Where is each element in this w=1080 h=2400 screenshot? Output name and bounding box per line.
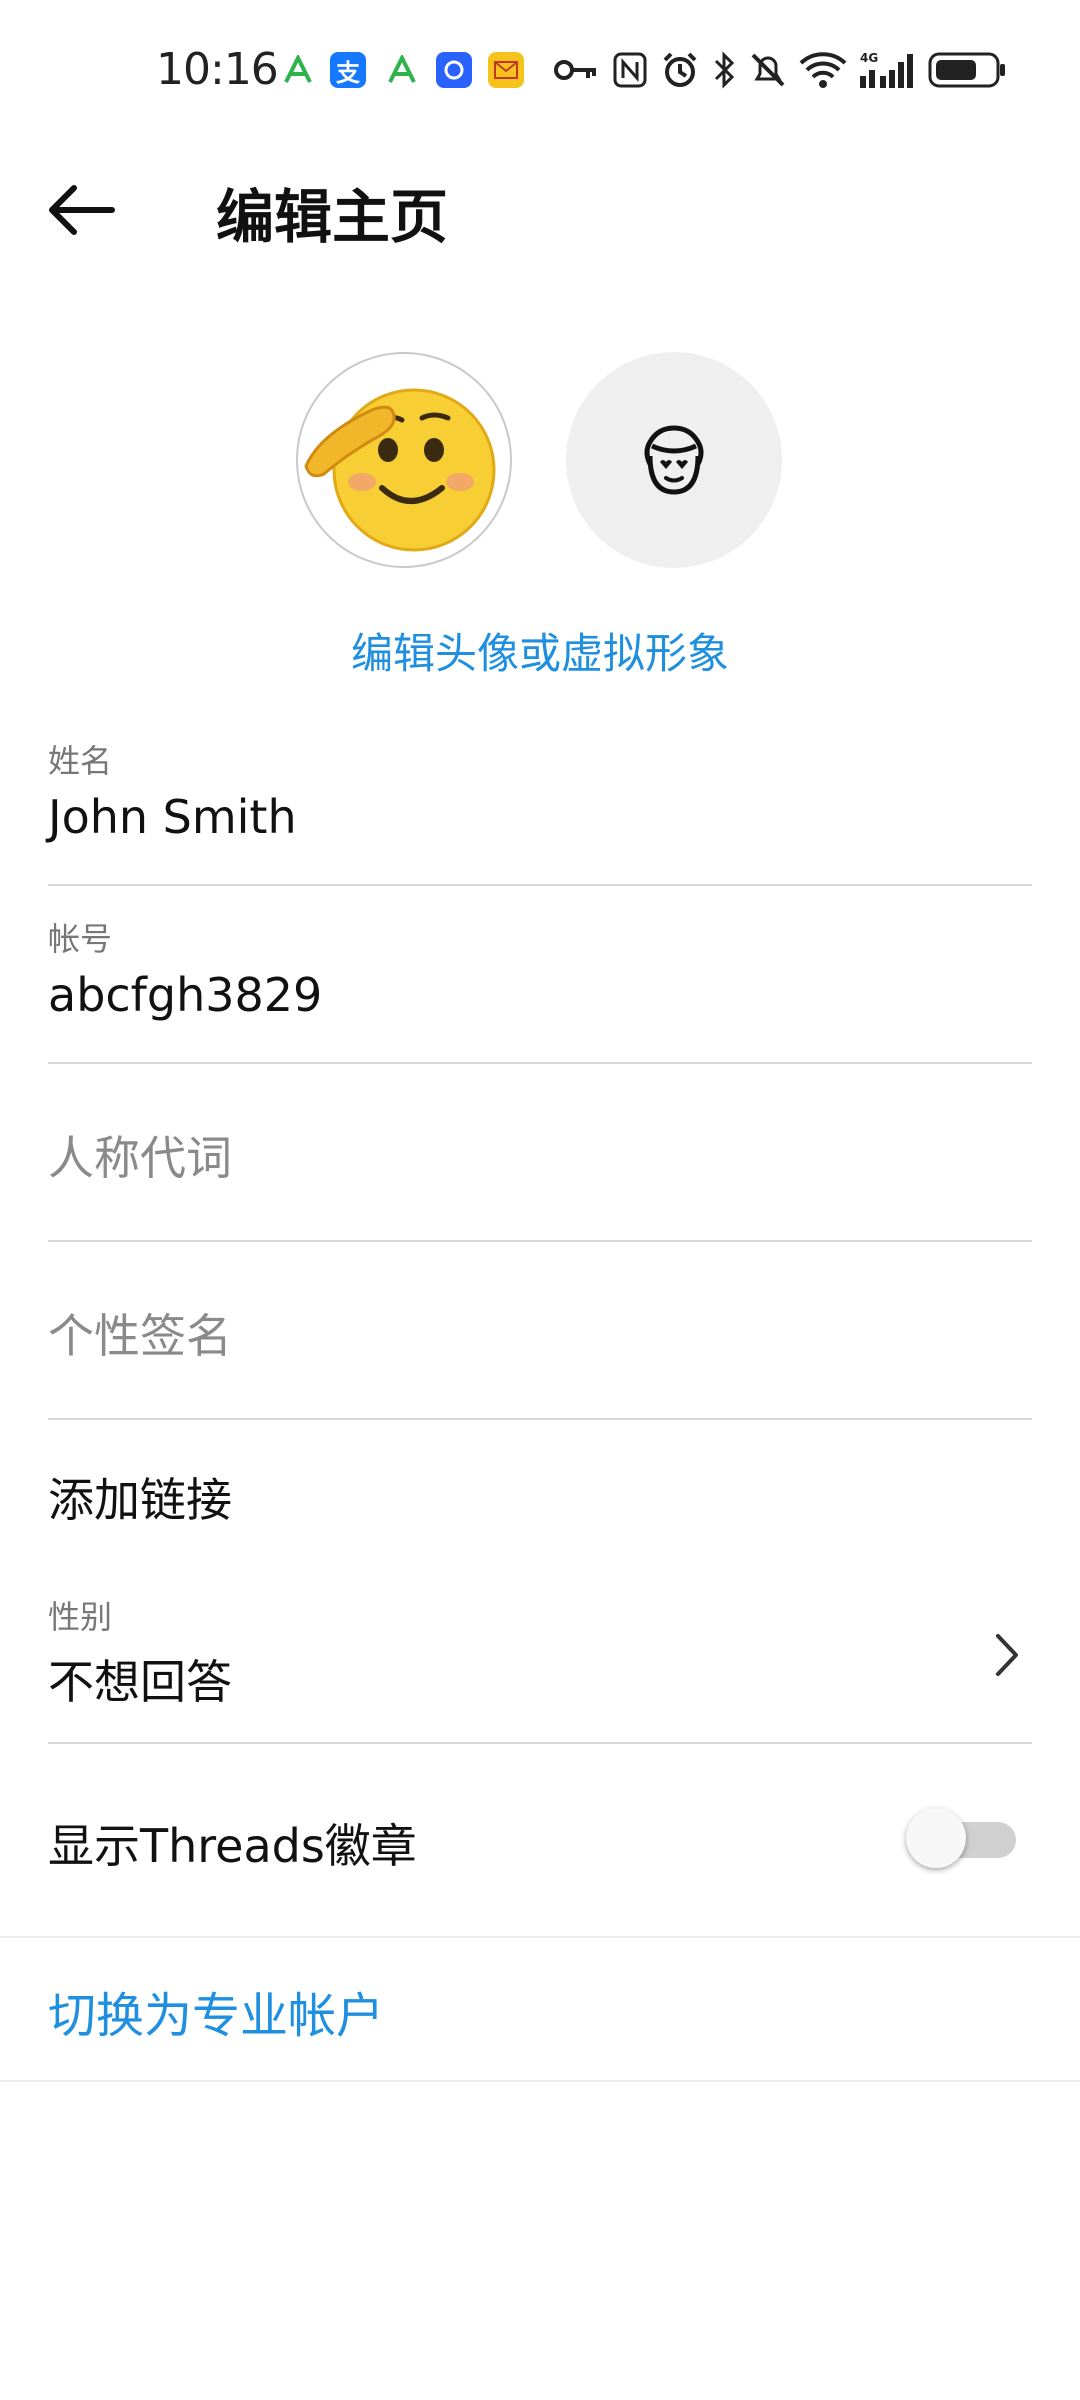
profile-avatar[interactable] bbox=[296, 352, 512, 568]
threads-badge-toggle[interactable] bbox=[906, 1808, 1020, 1868]
username-value[interactable]: abcfgh3829 bbox=[48, 968, 1032, 1022]
username-field[interactable]: 帐号 abcfgh3829 bbox=[48, 914, 1032, 1022]
a-green-icon bbox=[384, 52, 420, 88]
app-bar: 编辑主页 bbox=[0, 150, 1080, 270]
bio-placeholder[interactable]: 个性签名 bbox=[48, 1300, 1032, 1366]
signal-4g-icon: 4G bbox=[858, 48, 916, 92]
name-value[interactable]: John Smith bbox=[48, 790, 1032, 844]
divider bbox=[48, 1418, 1032, 1420]
edit-avatar-link[interactable]: 编辑头像或虚拟形象 bbox=[0, 620, 1080, 681]
wifi-icon bbox=[798, 48, 848, 92]
divider bbox=[0, 2080, 1080, 2082]
divider bbox=[0, 1936, 1080, 1938]
alipay-icon: 支 bbox=[330, 52, 366, 88]
divider bbox=[48, 1062, 1032, 1064]
network-type-label: 4G bbox=[860, 51, 878, 65]
bio-field[interactable]: 个性签名 bbox=[48, 1300, 1032, 1366]
divider bbox=[48, 884, 1032, 886]
back-button[interactable] bbox=[40, 178, 124, 242]
avatar-face-icon bbox=[644, 425, 704, 495]
gender-field[interactable]: 性别 不想回答 bbox=[48, 1592, 1032, 1712]
battery-icon bbox=[928, 48, 1008, 92]
arrow-left-icon bbox=[49, 185, 115, 235]
gender-label: 性别 bbox=[48, 1598, 113, 1636]
a-green-icon bbox=[280, 52, 316, 88]
chevron-right-icon[interactable] bbox=[992, 1630, 1022, 1680]
gender-value[interactable]: 不想回答 bbox=[48, 1646, 1032, 1712]
status-time: 10:16 bbox=[156, 44, 279, 95]
toggle-knob bbox=[906, 1808, 966, 1868]
key-icon bbox=[554, 48, 598, 92]
threads-badge-label: 显示Threads徽章 bbox=[48, 1819, 417, 1873]
mail-icon bbox=[488, 52, 524, 88]
bluetooth-icon bbox=[710, 48, 740, 92]
alarm-icon bbox=[660, 48, 700, 92]
add-link-button[interactable]: 添加链接 bbox=[48, 1464, 232, 1530]
switch-professional-account-link[interactable]: 切换为专业帐户 bbox=[48, 1976, 384, 2046]
pronouns-field[interactable]: 人称代词 bbox=[48, 1122, 1032, 1188]
blue-app-icon bbox=[436, 52, 472, 88]
pronouns-placeholder[interactable]: 人称代词 bbox=[48, 1122, 1032, 1188]
username-label: 帐号 bbox=[48, 920, 113, 958]
mute-icon bbox=[748, 48, 788, 92]
status-bar: 10:16 支 4G bbox=[0, 0, 1080, 140]
nfc-icon bbox=[612, 48, 648, 92]
page-title: 编辑主页 bbox=[216, 183, 449, 251]
divider bbox=[48, 1742, 1032, 1744]
divider bbox=[48, 1240, 1032, 1242]
name-label: 姓名 bbox=[48, 742, 113, 780]
name-field[interactable]: 姓名 John Smith bbox=[48, 736, 1032, 844]
salute-emoji-icon bbox=[304, 388, 496, 552]
virtual-avatar-button[interactable] bbox=[566, 352, 782, 568]
